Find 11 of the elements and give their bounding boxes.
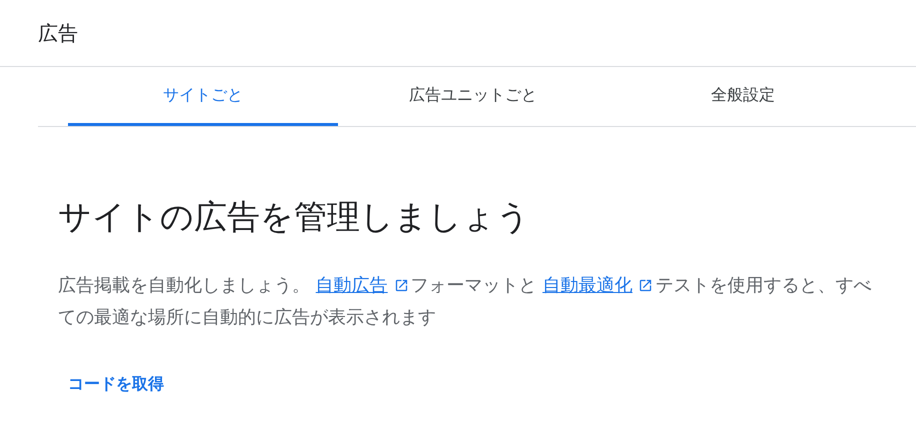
tab[interactable]: 広告ユニットごと — [338, 67, 608, 126]
tab[interactable]: 全般設定 — [608, 67, 878, 126]
help-link[interactable]: 自動最適化 — [542, 275, 632, 296]
page-title: 広告 — [38, 20, 78, 46]
tab[interactable]: サイトごと — [68, 67, 338, 126]
help-link[interactable]: 自動広告 — [316, 275, 388, 296]
get-code-button[interactable]: コードを取得 — [68, 374, 164, 395]
external-link-icon — [394, 278, 409, 293]
description-text: 広告掲載を自動化しましょう。 自動広告 フォーマットと 自動最適化 テストを使用すると、すべての最適な場所に自動的に広告が表示されます — [58, 274, 872, 330]
external-link-icon — [638, 278, 654, 293]
page-heading: サイトの広告を管理しましょう — [58, 196, 531, 238]
